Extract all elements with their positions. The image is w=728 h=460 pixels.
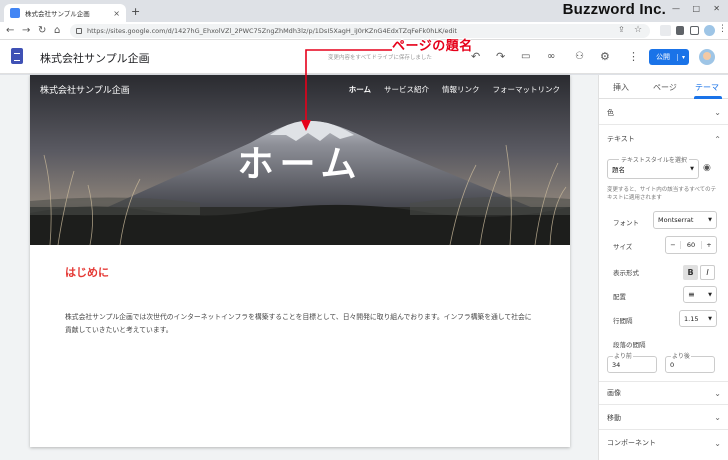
- format-label: 表示形式: [613, 269, 639, 277]
- chevron-up-icon: ⌃: [714, 134, 721, 144]
- active-tab-indicator: [694, 96, 722, 99]
- component-section-label: コンポーネント: [607, 439, 656, 447]
- style-note: 変更すると、サイト内の該当するすべてのテキストに適用されます: [607, 187, 717, 201]
- move-section-header[interactable]: 移動 ⌄: [599, 406, 728, 430]
- theme-sidebar: 挿入 ページ テーマ 色 ⌄ テキスト ⌃ 題名 ▼ テキストスタイルを選択 ◉…: [598, 75, 728, 460]
- image-section-label: 画像: [607, 389, 621, 397]
- size-stepper[interactable]: − 60 +: [665, 236, 717, 254]
- url-text: https://sites.google.com/d/1427hG_EhxolV…: [87, 27, 457, 35]
- site-name[interactable]: 株式会社サンプル企画: [40, 83, 130, 96]
- bookmark-star-icon[interactable]: ☆: [634, 25, 645, 36]
- settings-gear-icon[interactable]: ⚙: [600, 50, 610, 63]
- page-title[interactable]: ホーム: [30, 135, 570, 187]
- more-options-icon[interactable]: ⋮: [628, 50, 639, 63]
- spacing-after-value: 0: [670, 360, 675, 369]
- account-avatar[interactable]: [699, 49, 715, 65]
- chevron-down-icon: ⌄: [714, 438, 721, 448]
- spacing-after-label: より後: [671, 351, 691, 360]
- reload-icon[interactable]: ↻: [38, 24, 46, 38]
- text-style-value: 題名: [612, 166, 625, 174]
- close-tab-icon[interactable]: ×: [113, 9, 120, 18]
- font-value: Montserrat: [658, 216, 694, 224]
- chevron-down-icon: ⌄: [714, 413, 721, 422]
- section-heading[interactable]: はじめに: [65, 264, 109, 280]
- sidepanel-icon[interactable]: [690, 26, 699, 35]
- chevron-down-icon: ⌄: [714, 388, 721, 398]
- spacing-before-value: 34: [612, 360, 621, 369]
- tab-title: 株式会社サンプル企画: [25, 10, 90, 18]
- spacing-before-label: より前: [613, 351, 633, 360]
- puzzle-icon[interactable]: [676, 26, 684, 35]
- editor-canvas: 株式会社サンプル企画 ホーム サービス紹介 情報リンク フォーマットリンク ホー…: [0, 75, 598, 460]
- tab-themes[interactable]: テーマ: [695, 82, 719, 93]
- text-section-header[interactable]: テキスト ⌃: [599, 127, 728, 151]
- lock-icon: [76, 28, 82, 34]
- dropdown-arrow-icon: ▼: [708, 315, 712, 322]
- line-height-select[interactable]: 1.15 ▼: [679, 310, 717, 327]
- sidebar-tabs: 挿入 ページ テーマ: [599, 75, 728, 99]
- size-label: サイズ: [613, 243, 633, 251]
- share-icon[interactable]: ⇪: [618, 25, 629, 36]
- size-value[interactable]: 60: [680, 241, 702, 249]
- address-bar[interactable]: https://sites.google.com/d/1427hG_EhxolV…: [70, 24, 650, 38]
- minimize-icon[interactable]: —: [672, 4, 680, 13]
- size-decrease-button[interactable]: −: [666, 241, 680, 249]
- align-left-icon: ≡: [688, 290, 695, 299]
- publish-button[interactable]: 公開 ▾: [649, 49, 689, 65]
- tab-pages[interactable]: ページ: [653, 82, 677, 93]
- browser-tab-bar: 株式会社サンプル企画 × + Buzzword Inc. — □ ✕: [0, 0, 728, 22]
- publish-label: 公開: [656, 53, 670, 61]
- redo-icon[interactable]: ↷: [496, 50, 505, 63]
- publish-dropdown-icon[interactable]: ▾: [677, 53, 689, 61]
- font-select[interactable]: Montserrat ▼: [653, 211, 717, 229]
- tab-insert[interactable]: 挿入: [613, 82, 629, 93]
- eye-preview-icon[interactable]: ◉: [703, 163, 711, 173]
- annotation-label: ページの題名: [392, 39, 473, 54]
- body-paragraph[interactable]: 株式会社サンプル企画では次世代のインターネットインフラを構築することを目標として…: [65, 311, 535, 337]
- dropdown-arrow-icon: ▼: [708, 291, 712, 298]
- chrome-menu-icon[interactable]: ⋮: [718, 24, 728, 35]
- text-style-label: テキストスタイルを選択: [619, 155, 689, 164]
- font-label: フォント: [613, 219, 639, 227]
- paragraph-spacing-label: 段落の間隔: [613, 341, 646, 349]
- new-tab-button[interactable]: +: [131, 6, 140, 18]
- browser-tab[interactable]: 株式会社サンプル企画 ×: [4, 4, 126, 22]
- link-icon[interactable]: ∞: [547, 50, 555, 63]
- chevron-down-icon: ⌄: [714, 108, 721, 117]
- line-height-label: 行間隔: [613, 317, 633, 325]
- color-section-header[interactable]: 色 ⌄: [599, 101, 728, 125]
- text-section-label: テキスト: [607, 135, 635, 143]
- profile-avatar[interactable]: [704, 25, 715, 36]
- maximize-icon[interactable]: □: [692, 4, 700, 13]
- preview-icon[interactable]: ▭: [521, 50, 530, 63]
- extension-icon[interactable]: [660, 25, 671, 36]
- size-increase-button[interactable]: +: [702, 241, 716, 249]
- home-icon[interactable]: ⌂: [54, 24, 60, 38]
- alignment-label: 配置: [613, 293, 626, 301]
- share-with-others-icon[interactable]: ⚇: [575, 50, 584, 63]
- alignment-select[interactable]: ≡ ▼: [683, 286, 717, 303]
- component-section-header[interactable]: コンポーネント ⌄: [599, 431, 728, 455]
- address-bar-row: ← → ↻ ⌂ https://sites.google.com/d/1427h…: [0, 22, 728, 40]
- back-icon[interactable]: ←: [6, 24, 14, 38]
- bold-toggle[interactable]: B: [683, 265, 698, 280]
- window-close-icon[interactable]: ✕: [713, 4, 720, 13]
- google-sites-icon[interactable]: [11, 48, 23, 64]
- annotation-arrow: [301, 49, 392, 131]
- image-section-header[interactable]: 画像 ⌄: [599, 381, 728, 405]
- dropdown-arrow-icon: ▼: [690, 166, 694, 172]
- watermark: Buzzword Inc.: [562, 1, 666, 18]
- color-section-label: 色: [607, 108, 614, 117]
- sites-favicon-icon: [10, 8, 20, 18]
- nav-item-format-links[interactable]: フォーマットリンク: [493, 84, 561, 95]
- dropdown-arrow-icon: ▼: [708, 217, 712, 223]
- line-height-value: 1.15: [684, 314, 699, 323]
- nav-item-info-links[interactable]: 情報リンク: [442, 84, 480, 95]
- forward-icon[interactable]: →: [22, 24, 30, 38]
- document-title[interactable]: 株式会社サンプル企画: [40, 50, 150, 66]
- move-section-label: 移動: [607, 413, 621, 422]
- italic-toggle[interactable]: I: [700, 265, 715, 280]
